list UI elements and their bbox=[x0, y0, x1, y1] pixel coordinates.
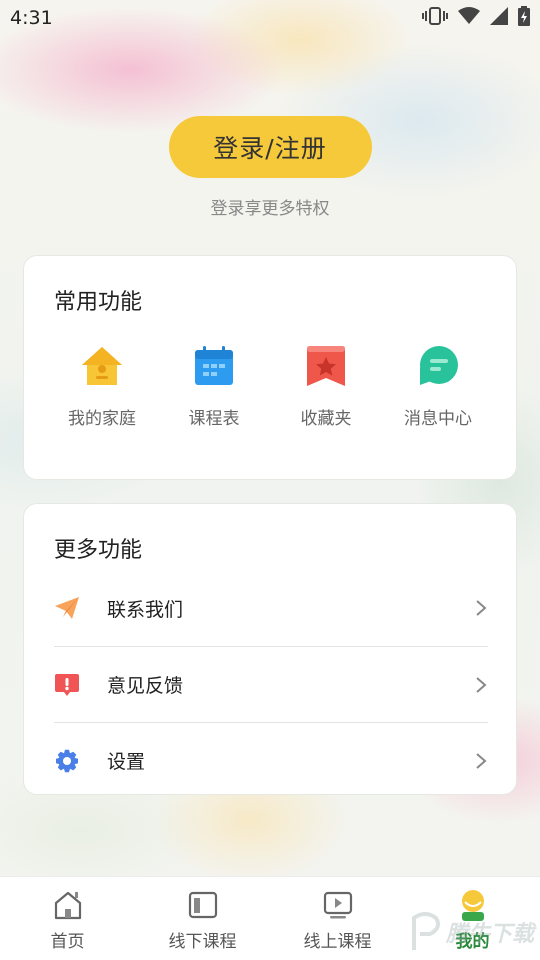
more-functions-list: 联系我们 意见反馈 设置 bbox=[54, 570, 488, 798]
login-section: 登录/注册 登录享更多特权 bbox=[0, 116, 540, 219]
status-icons bbox=[422, 6, 530, 30]
calendar-icon bbox=[192, 344, 236, 388]
tab-online-courses[interactable]: 线上课程 bbox=[270, 877, 405, 960]
tab-label: 首页 bbox=[50, 932, 85, 952]
list-label: 意见反馈 bbox=[107, 675, 184, 697]
feedback-alert-icon bbox=[54, 672, 80, 698]
func-my-family[interactable]: 我的家庭 bbox=[46, 344, 158, 429]
home-icon bbox=[80, 344, 124, 388]
list-item-feedback[interactable]: 意见反馈 bbox=[54, 646, 488, 722]
message-icon bbox=[416, 344, 460, 388]
gear-icon bbox=[54, 748, 80, 774]
more-functions-card: 更多功能 联系我们 意见反馈 设置 bbox=[23, 503, 517, 795]
home-outline-icon bbox=[52, 889, 84, 921]
tab-label: 线上课程 bbox=[303, 932, 372, 952]
tab-label: 线下课程 bbox=[168, 932, 237, 952]
list-item-contact-us[interactable]: 联系我们 bbox=[54, 570, 488, 646]
watermark-text: 腾牛下载 bbox=[445, 921, 534, 947]
func-schedule[interactable]: 课程表 bbox=[158, 344, 270, 429]
signal-icon bbox=[490, 7, 508, 29]
online-course-icon bbox=[322, 889, 354, 921]
chevron-right-icon bbox=[476, 600, 487, 616]
func-label: 课程表 bbox=[188, 409, 240, 429]
list-label: 联系我们 bbox=[107, 598, 184, 621]
list-label: 设置 bbox=[107, 751, 146, 773]
tab-offline-courses[interactable]: 线下课程 bbox=[135, 877, 270, 960]
common-functions-card: 常用功能 我的家庭 课程表 收藏夹 消息中心 bbox=[23, 255, 517, 480]
wifi-icon bbox=[458, 7, 480, 29]
login-subtitle: 登录享更多特权 bbox=[210, 199, 330, 219]
watermark-logo-icon bbox=[411, 912, 440, 950]
bookmark-star-icon bbox=[304, 344, 348, 388]
battery-icon bbox=[518, 6, 530, 30]
offline-course-icon bbox=[187, 889, 219, 921]
watermark: 腾牛下载 bbox=[408, 912, 534, 952]
common-functions-title: 常用功能 bbox=[54, 290, 143, 315]
func-label: 消息中心 bbox=[404, 409, 472, 429]
vibrate-icon bbox=[422, 7, 448, 29]
chevron-right-icon bbox=[476, 676, 487, 693]
common-functions-grid: 我的家庭 课程表 收藏夹 消息中心 bbox=[24, 344, 516, 429]
func-label: 我的家庭 bbox=[68, 409, 136, 429]
status-time: 4:31 bbox=[10, 7, 53, 29]
func-favorites[interactable]: 收藏夹 bbox=[270, 344, 382, 429]
status-bar: 4:31 bbox=[0, 0, 540, 36]
login-register-button[interactable]: 登录/注册 bbox=[168, 116, 372, 178]
tab-home[interactable]: 首页 bbox=[0, 877, 135, 960]
more-functions-title: 更多功能 bbox=[54, 538, 143, 563]
list-item-settings[interactable]: 设置 bbox=[54, 722, 488, 798]
paper-plane-icon bbox=[54, 595, 80, 621]
chevron-right-icon bbox=[476, 752, 487, 769]
func-label: 收藏夹 bbox=[300, 409, 352, 429]
func-message-center[interactable]: 消息中心 bbox=[382, 344, 494, 429]
